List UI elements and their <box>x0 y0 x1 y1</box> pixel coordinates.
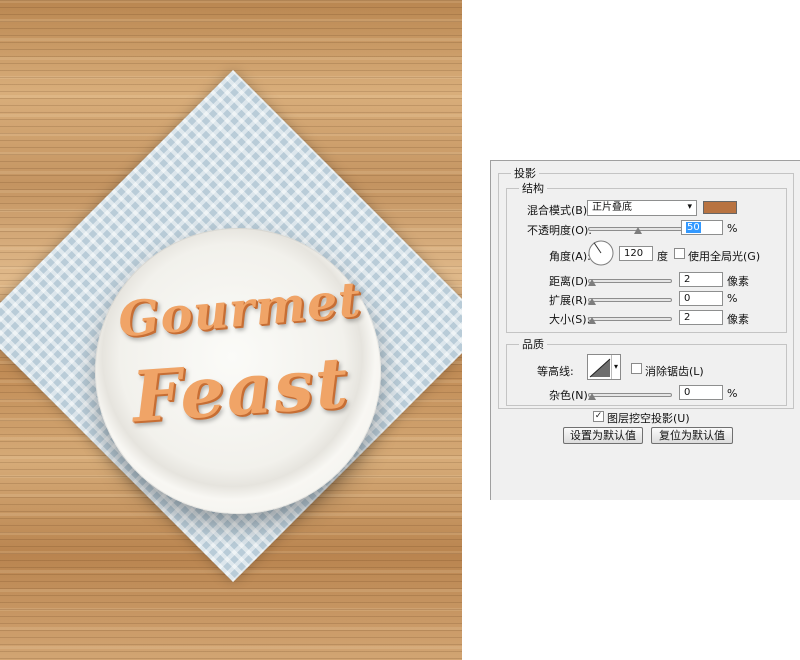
shadow-color-swatch[interactable] <box>703 201 737 214</box>
opacity-slider[interactable] <box>588 227 688 234</box>
structure-legend: 结构 <box>519 180 547 196</box>
angle-unit: 度 <box>657 250 668 263</box>
size-input[interactable]: 2 <box>679 310 723 325</box>
angle-value: 120 <box>624 248 644 259</box>
blend-mode-select[interactable]: 正片叠底 ▾ <box>587 200 697 216</box>
checkmark-icon: ✓ <box>594 411 603 421</box>
spread-unit: % <box>727 292 738 305</box>
blend-mode-label: 混合模式(B): <box>527 204 591 217</box>
blend-mode-value: 正片叠底 <box>592 202 632 213</box>
opacity-value: 50 <box>686 222 701 233</box>
size-unit: 像素 <box>727 313 749 326</box>
global-light-checkbox[interactable] <box>674 248 685 259</box>
distance-unit: 像素 <box>727 275 749 288</box>
spread-label: 扩展(R): <box>549 294 591 307</box>
contour-picker[interactable]: ▾ <box>587 354 621 380</box>
spread-value: 0 <box>684 293 691 304</box>
drop-shadow-title: 投影 <box>511 165 539 181</box>
angle-label: 角度(A): <box>549 250 591 263</box>
opacity-input[interactable]: 50 <box>681 220 723 235</box>
noise-label: 杂色(N): <box>549 389 592 402</box>
knockout-label: 图层挖空投影(U) <box>607 412 690 425</box>
noise-slider[interactable] <box>588 393 672 400</box>
contour-dropdown-arrow-icon[interactable]: ▾ <box>611 355 620 379</box>
spread-slider[interactable] <box>588 298 672 305</box>
drop-shadow-panel: 投影 结构 混合模式(B): 正片叠底 ▾ 不透明度(O): 50 % 角度(A… <box>490 160 800 500</box>
distance-slider[interactable] <box>588 279 672 286</box>
global-light-label: 使用全局光(G) <box>688 250 761 263</box>
size-slider-thumb[interactable] <box>588 317 596 324</box>
set-default-button[interactable]: 设置为默认值 <box>563 427 643 444</box>
opacity-slider-thumb[interactable] <box>634 227 642 234</box>
opacity-label: 不透明度(O): <box>527 224 592 237</box>
size-slider[interactable] <box>588 317 672 324</box>
contour-label: 等高线: <box>537 365 574 378</box>
opacity-unit: % <box>727 222 738 235</box>
antialias-label: 消除锯齿(L) <box>645 365 704 378</box>
contour-curve-icon <box>589 358 611 378</box>
artwork-canvas: Gourmet Feast <box>0 0 462 660</box>
noise-slider-thumb[interactable] <box>588 393 596 400</box>
distance-slider-thumb[interactable] <box>588 279 596 286</box>
size-value: 2 <box>684 312 691 323</box>
angle-input[interactable]: 120 <box>619 246 653 261</box>
size-label: 大小(S): <box>549 313 591 326</box>
antialias-checkbox[interactable] <box>631 363 642 374</box>
noise-unit: % <box>727 387 738 400</box>
distance-label: 距离(D): <box>549 275 592 288</box>
distance-input[interactable]: 2 <box>679 272 723 287</box>
quality-legend: 品质 <box>519 336 547 352</box>
artwork-title-feast: Feast <box>129 340 353 439</box>
knockout-checkbox[interactable]: ✓ <box>593 411 604 422</box>
spread-input[interactable]: 0 <box>679 291 723 306</box>
noise-value: 0 <box>684 387 691 398</box>
spread-slider-thumb[interactable] <box>588 298 596 305</box>
noise-input[interactable]: 0 <box>679 385 723 400</box>
distance-value: 2 <box>684 274 691 285</box>
dropdown-arrow-icon: ▾ <box>687 202 692 212</box>
reset-default-button[interactable]: 复位为默认值 <box>651 427 733 444</box>
angle-dial-icon[interactable] <box>587 239 615 267</box>
